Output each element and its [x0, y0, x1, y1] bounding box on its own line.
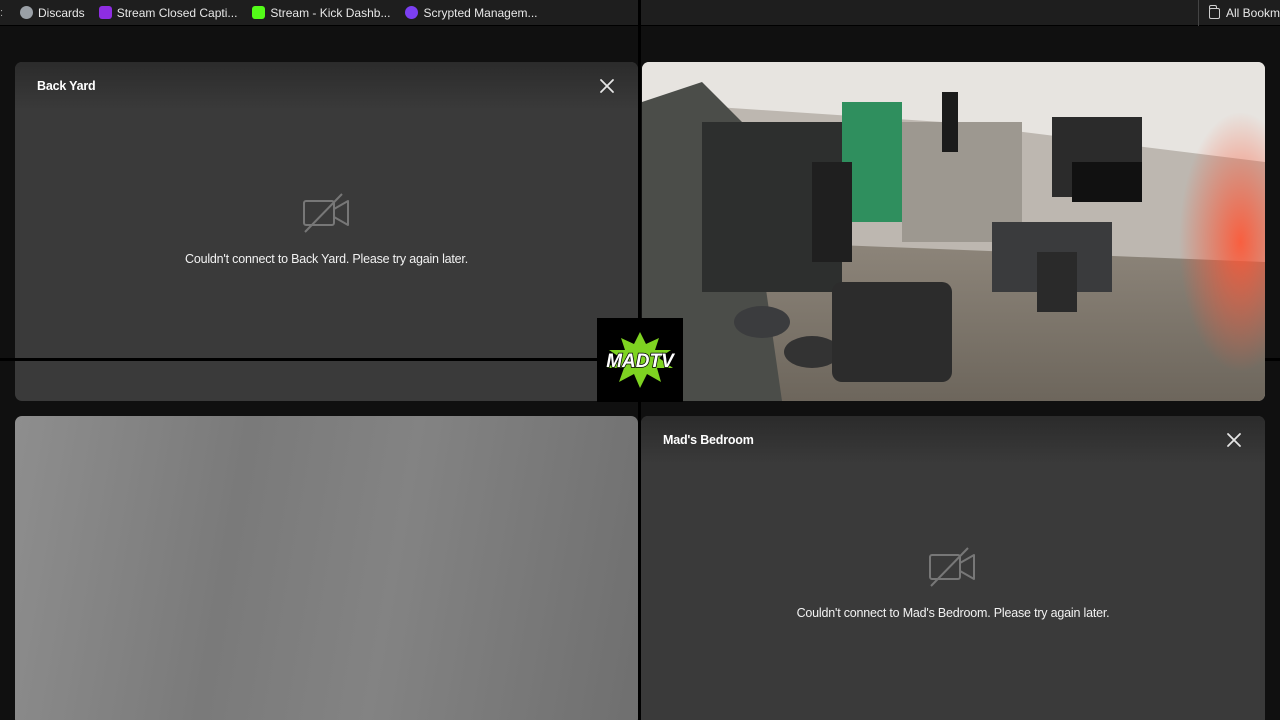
- close-button[interactable]: [1223, 429, 1245, 451]
- folder-icon: [1208, 4, 1220, 19]
- bookmarks-overflow-fragment: :: [0, 6, 4, 19]
- globe-icon: [20, 6, 33, 19]
- tile-title: Mad's Bedroom: [663, 433, 754, 447]
- bookmark-kick-dashboard[interactable]: Stream - Kick Dashb...: [252, 0, 390, 26]
- camera-tile-back-yard[interactable]: Back Yard Couldn't connect to Back Yard.…: [15, 62, 638, 401]
- camera-tile-mads-bedroom[interactable]: Mad's Bedroom Couldn't connect to Mad's …: [641, 416, 1265, 720]
- close-icon: [1227, 433, 1241, 447]
- camera-tile-live-feed[interactable]: [642, 62, 1265, 401]
- svg-text:MADTV: MADTV: [606, 351, 675, 372]
- bookmark-label: Scrypted Managem...: [423, 5, 538, 20]
- live-camera-feed-image: [642, 62, 1265, 401]
- connection-error: Couldn't connect to Mad's Bedroom. Pleas…: [641, 546, 1265, 620]
- tile-header: Mad's Bedroom: [641, 416, 1265, 464]
- camera-off-icon: [302, 192, 352, 234]
- kick-icon: [252, 6, 266, 19]
- bookmark-label: Stream - Kick Dashb...: [270, 5, 391, 20]
- camera-tile-grey-feed[interactable]: [15, 416, 638, 720]
- madtv-logo: MADTV: [597, 318, 683, 402]
- error-message: Couldn't connect to Mad's Bedroom. Pleas…: [796, 606, 1110, 620]
- bookmark-scrypted-management[interactable]: Scrypted Managem...: [405, 0, 538, 26]
- error-message: Couldn't connect to Back Yard. Please tr…: [185, 252, 468, 266]
- close-icon: [600, 79, 614, 93]
- all-bookmarks-button[interactable]: All Bookm: [1198, 0, 1280, 26]
- camera-off-icon: [928, 546, 978, 588]
- bookmark-label: Stream Closed Capti...: [116, 5, 238, 20]
- bookmark-label: Discards: [38, 5, 85, 20]
- all-bookmarks-label: All Bookm: [1225, 6, 1280, 20]
- close-button[interactable]: [596, 75, 618, 97]
- bookmark-discards[interactable]: Discards: [20, 0, 85, 26]
- camera-dashboard: : Discards Stream Closed Capti... Stream…: [0, 0, 1280, 720]
- captions-icon: [98, 6, 112, 19]
- bookmark-stream-closed-captions[interactable]: Stream Closed Capti...: [98, 0, 238, 26]
- connection-error: Couldn't connect to Back Yard. Please tr…: [15, 192, 638, 266]
- tile-header: Back Yard: [15, 62, 638, 110]
- tile-title: Back Yard: [37, 79, 96, 93]
- scrypted-icon: [405, 6, 419, 19]
